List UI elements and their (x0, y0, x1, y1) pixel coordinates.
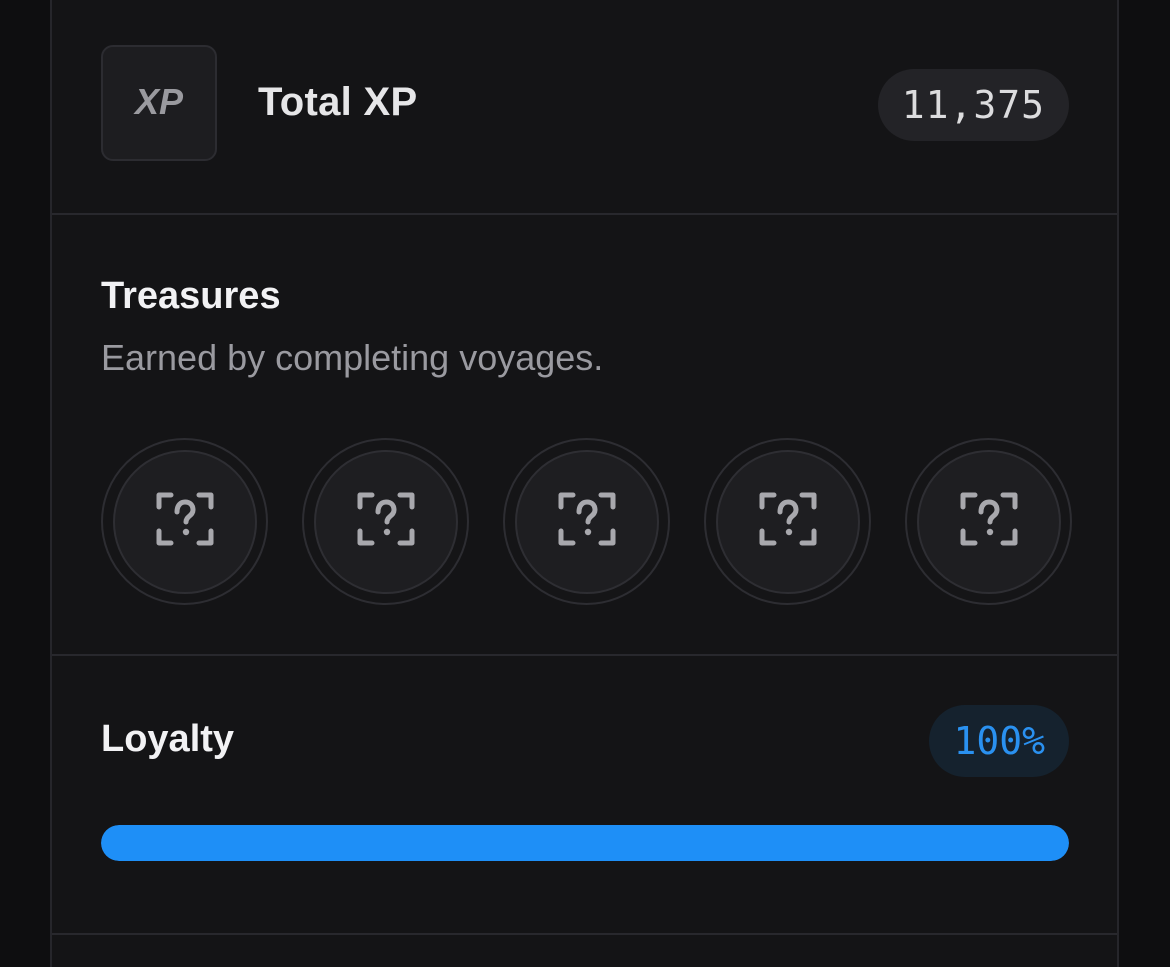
treasure-slot[interactable] (503, 438, 670, 605)
treasure-list (101, 438, 1072, 605)
treasure-slot-inner (112, 449, 257, 594)
treasure-slot-inner (514, 449, 659, 594)
treasures-subtitle: Earned by completing voyages. (101, 337, 604, 378)
treasure-slot-inner (916, 449, 1061, 594)
treasure-slot-inner (313, 449, 458, 594)
treasure-slot[interactable] (101, 438, 268, 605)
unknown-treasure-icon (557, 491, 617, 552)
total-xp-value: 11,375 (877, 69, 1069, 141)
total-xp-section: XP Total XP 11,375 (52, 0, 1117, 213)
treasure-slot-inner (715, 449, 860, 594)
unknown-treasure-icon (155, 491, 215, 552)
treasure-slot[interactable] (905, 438, 1072, 605)
loyalty-title: Loyalty (101, 718, 235, 760)
treasures-title: Treasures (101, 275, 281, 317)
unknown-treasure-icon (758, 491, 818, 552)
loyalty-percent-badge: 100% (929, 705, 1069, 777)
treasures-section: Treasures Earned by completing voyages. (52, 215, 1117, 655)
xp-badge-icon: XP (101, 45, 217, 161)
loyalty-section: Loyalty 100% (52, 656, 1117, 934)
unknown-treasure-icon (959, 491, 1019, 552)
unknown-treasure-icon (356, 491, 416, 552)
treasure-slot[interactable] (302, 438, 469, 605)
loyalty-progress-bar (101, 825, 1069, 861)
xp-badge-text: XP (133, 83, 184, 122)
treasure-slot[interactable] (704, 438, 871, 605)
loyalty-progress-fill (101, 825, 1069, 861)
profile-stats-panel: XP Total XP 11,375 Treasures Earned by c… (50, 0, 1119, 967)
divider (52, 933, 1117, 935)
total-xp-label: Total XP (258, 80, 418, 124)
